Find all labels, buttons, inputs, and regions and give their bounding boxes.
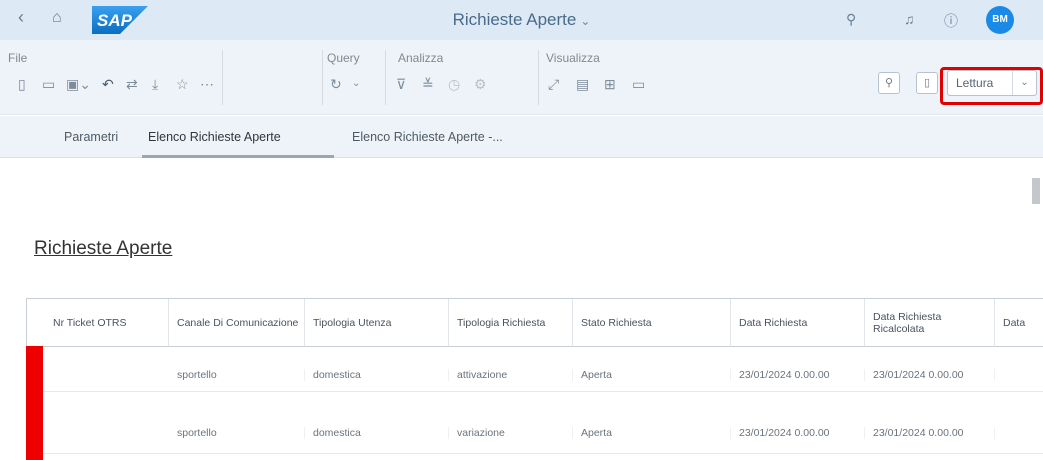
- column-header[interactable]: Stato Richiesta: [573, 299, 731, 347]
- tab-elenco-richieste-aperte[interactable]: Elenco Richieste Aperte: [148, 130, 281, 144]
- table-cell: sportello: [169, 369, 305, 381]
- column-header[interactable]: Nr Ticket OTRS: [27, 299, 169, 347]
- column-header[interactable]: Data Richiesta: [731, 299, 865, 347]
- tab-bar: Parametri Elenco Richieste Aperte Elenco…: [0, 116, 1043, 158]
- separator: [538, 50, 539, 105]
- refresh-icon[interactable]: ↻: [330, 76, 342, 92]
- search-icon[interactable]: ⚲: [846, 11, 856, 28]
- table-cell: 23/01/2024 0.00.00: [731, 369, 865, 381]
- chevron-down-icon[interactable]: ⌄: [352, 76, 360, 92]
- present-icon[interactable]: ▭: [632, 76, 645, 92]
- table-cell: variazione: [449, 427, 573, 439]
- group-label-analizza: Analizza: [398, 51, 444, 65]
- column-header[interactable]: Tipologia Utenza: [305, 299, 449, 347]
- table-cell: domestica: [305, 369, 449, 381]
- table-cell: sportello: [169, 427, 305, 439]
- app-title[interactable]: Richieste Aperte ⌄: [0, 10, 1043, 30]
- group-label-file: File: [8, 51, 28, 65]
- table-cell: domestica: [305, 427, 449, 439]
- row-divider: [27, 391, 1043, 392]
- status-indicator-bar: [26, 346, 43, 460]
- table-cell: Aperta: [573, 369, 731, 381]
- save-icon[interactable]: ▣⌄: [66, 76, 91, 92]
- tab-parametri[interactable]: Parametri: [64, 130, 118, 144]
- undo-icon[interactable]: ↶: [102, 76, 114, 92]
- scrollbar-thumb[interactable]: [1032, 178, 1040, 204]
- outline-icon[interactable]: ⊞: [604, 76, 616, 92]
- separator: [322, 50, 323, 105]
- open-icon[interactable]: ▭: [42, 76, 55, 92]
- table-cell: attivazione: [449, 369, 573, 381]
- column-header[interactable]: Data Richiesta Ricalcolata: [865, 299, 995, 347]
- fullscreen-icon[interactable]: ⤢: [548, 76, 559, 92]
- group-label-visualizza: Visualizza: [546, 51, 600, 65]
- column-header[interactable]: Data: [995, 299, 1043, 347]
- history-icon[interactable]: ◷: [448, 76, 460, 92]
- tab-elenco-richieste-aperte-2[interactable]: Elenco Richieste Aperte -...: [352, 130, 503, 144]
- separator: [385, 50, 386, 105]
- shell-bar: ‹ ⌂ SAP Richieste Aperte ⌄ ⚲ ♫ ⓘ BM: [0, 0, 1043, 40]
- column-header[interactable]: Tipologia Richiesta: [449, 299, 573, 347]
- toolbar: File ▯ ▭ ▣⌄ ↶ ⇄ ⤓ ☆ ⋯ Query ↻ ⌄ Analizza…: [0, 40, 1043, 115]
- favorite-icon[interactable]: ☆: [176, 76, 189, 92]
- row-divider: [27, 453, 1043, 454]
- filter-icon[interactable]: ⊽: [396, 76, 406, 92]
- notifications-icon[interactable]: ♫: [904, 11, 915, 27]
- redo-icon[interactable]: ⇄: [126, 76, 138, 92]
- avatar[interactable]: BM: [986, 6, 1014, 34]
- find-button[interactable]: ⚲: [878, 72, 900, 94]
- separator: [222, 50, 223, 105]
- settings-icon[interactable]: ⚙: [474, 76, 487, 92]
- table-cell: 23/01/2024 0.00.00: [731, 427, 865, 439]
- panel-icon[interactable]: ▤: [576, 76, 589, 92]
- download-icon[interactable]: ⤓: [152, 76, 158, 92]
- new-icon[interactable]: ▯: [18, 76, 26, 92]
- table-cell: Aperta: [573, 427, 731, 439]
- highlight-box: [940, 67, 1043, 105]
- active-tab-indicator: [142, 155, 334, 158]
- report-title: Richieste Aperte: [34, 238, 173, 259]
- table-cell: 23/01/2024 0.00.00: [865, 369, 995, 381]
- table-cell: 23/01/2024 0.00.00: [865, 427, 995, 439]
- drill-icon[interactable]: ≚: [422, 76, 434, 92]
- more-icon[interactable]: ⋯: [200, 76, 214, 92]
- report-table: Nr Ticket OTRS Canale Di Comunicazione T…: [26, 298, 1043, 460]
- column-header[interactable]: Canale Di Comunicazione: [169, 299, 305, 347]
- help-icon[interactable]: ⓘ: [944, 11, 958, 31]
- group-label-query: Query: [327, 51, 360, 65]
- clipboard-button[interactable]: ▯: [916, 72, 938, 94]
